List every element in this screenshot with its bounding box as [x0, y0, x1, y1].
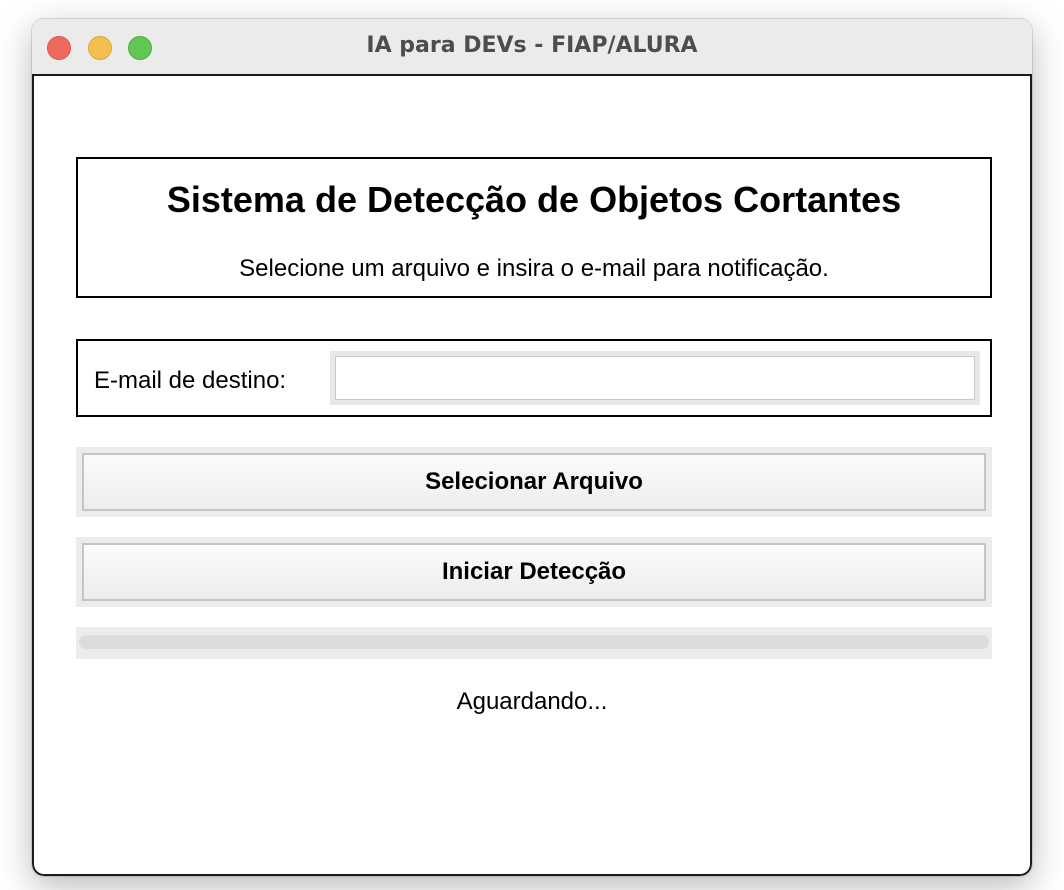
email-input-frame: [330, 351, 980, 405]
email-label: E-mail de destino:: [94, 367, 287, 394]
start-detection-button[interactable]: Iniciar Detecção: [82, 543, 986, 601]
start-detection-button-frame: Iniciar Detecção: [76, 537, 992, 607]
select-file-button-frame: Selecionar Arquivo: [76, 447, 992, 517]
page-subtitle: Selecione um arquivo e insira o e-mail p…: [239, 255, 829, 282]
header-panel: Sistema de Detecção de Objetos Cortantes…: [76, 157, 992, 298]
progress-bar: [76, 627, 992, 659]
progress-track: [79, 635, 989, 649]
email-panel: E-mail de destino:: [76, 339, 992, 417]
page-title: Sistema de Detecção de Objetos Cortantes: [166, 179, 902, 220]
main-content: Sistema de Detecção de Objetos Cortantes…: [32, 76, 1032, 876]
app-window: IA para DEVs - FIAP/ALURA Sistema de Det…: [32, 19, 1032, 876]
select-file-button[interactable]: Selecionar Arquivo: [82, 453, 986, 511]
status-label: Aguardando...: [456, 688, 608, 715]
email-field[interactable]: [335, 356, 975, 400]
window-title: IA para DEVs - FIAP/ALURA: [366, 33, 698, 58]
title-bar[interactable]: IA para DEVs - FIAP/ALURA: [32, 19, 1032, 76]
